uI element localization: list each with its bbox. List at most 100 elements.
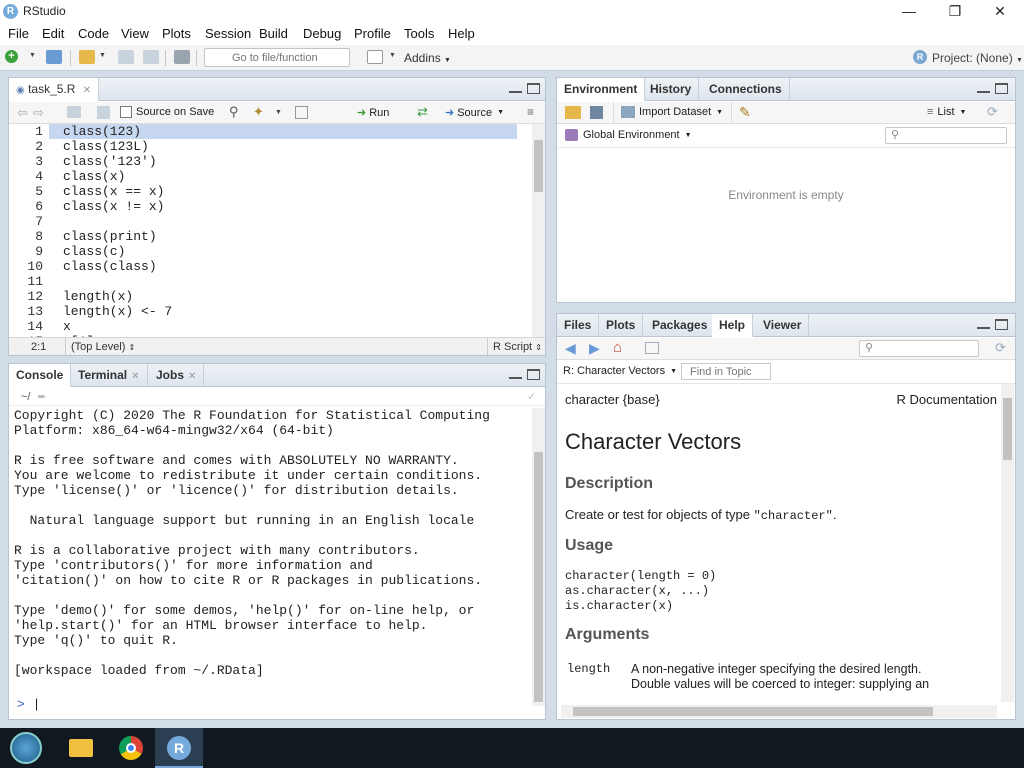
minimize-icon[interactable]: — xyxy=(886,0,932,23)
print-icon[interactable] xyxy=(174,50,190,64)
tab-history[interactable]: History xyxy=(643,78,700,101)
menu-view[interactable]: View xyxy=(121,26,149,41)
code-line[interactable]: 14 x xyxy=(9,319,530,334)
code-line[interactable]: 4 class(x) xyxy=(9,169,530,184)
tab-help[interactable]: Help xyxy=(712,314,754,337)
scope-selector[interactable]: (Top Level) ⇕ xyxy=(71,341,135,353)
refresh-icon[interactable]: ⟳ xyxy=(995,340,1006,356)
editor-scrollbar[interactable] xyxy=(532,124,545,338)
code-line[interactable]: 10 class(class) xyxy=(9,259,530,274)
menu-code[interactable]: Code xyxy=(78,26,109,41)
maximize-pane-icon[interactable] xyxy=(995,319,1008,330)
code-line[interactable]: 7 xyxy=(9,214,530,229)
maximize-pane-icon[interactable] xyxy=(527,83,540,94)
rerun-icon[interactable]: ⇄ xyxy=(417,104,428,120)
save-all-icon[interactable] xyxy=(143,50,159,64)
start-button[interactable] xyxy=(4,728,52,768)
menu-plots[interactable]: Plots xyxy=(162,26,191,41)
save-icon[interactable] xyxy=(590,106,603,119)
menu-file[interactable]: File xyxy=(8,26,29,41)
help-scrollbar[interactable] xyxy=(1001,384,1014,702)
tab-jobs[interactable]: Jobs ✕ xyxy=(149,364,205,387)
code-line[interactable]: 9 class(c) xyxy=(9,244,530,259)
new-project-icon[interactable] xyxy=(46,50,62,64)
restore-icon[interactable]: ❐ xyxy=(932,0,978,23)
menu-profile[interactable]: Profile xyxy=(354,26,391,41)
grid-layout-icon[interactable] xyxy=(367,50,383,64)
menu-lines-icon[interactable]: ≡ xyxy=(527,105,534,119)
scroll-thumb[interactable] xyxy=(534,452,543,702)
minimize-pane-icon[interactable] xyxy=(509,83,522,93)
scroll-thumb[interactable] xyxy=(534,140,543,192)
show-in-window-icon[interactable] xyxy=(645,342,659,354)
maximize-pane-icon[interactable] xyxy=(527,369,540,380)
tab-environment[interactable]: Environment xyxy=(557,78,646,101)
forward-arrow-icon[interactable]: ▶ xyxy=(589,340,600,357)
close-icon[interactable]: ✕ xyxy=(188,371,196,382)
taskbar-rstudio[interactable]: R xyxy=(155,728,203,768)
save-icon[interactable] xyxy=(118,50,134,64)
tab-connections[interactable]: Connections xyxy=(702,78,790,101)
scroll-thumb[interactable] xyxy=(1003,398,1012,460)
chevron-down-icon[interactable]: ▼ xyxy=(389,52,396,59)
menu-debug[interactable]: Debug xyxy=(303,26,341,41)
show-in-window-icon[interactable] xyxy=(67,106,81,118)
tab-task-5-r[interactable]: ◉ task_5.R ✕ xyxy=(9,78,100,101)
menu-build[interactable]: Build xyxy=(259,26,288,41)
close-icon[interactable]: ✕ xyxy=(83,85,91,96)
menu-session[interactable]: Session xyxy=(205,26,251,41)
checkbox-icon[interactable] xyxy=(120,106,132,118)
code-line[interactable]: 3 class('123') xyxy=(9,154,530,169)
code-line[interactable]: 12 length(x) xyxy=(9,289,530,304)
code-line[interactable]: 11 xyxy=(9,274,530,289)
go-to-directory-icon[interactable]: ➨ xyxy=(38,391,47,403)
taskbar-chrome[interactable] xyxy=(106,728,154,768)
menu-help[interactable]: Help xyxy=(448,26,475,41)
outline-icon[interactable] xyxy=(295,106,308,119)
minimize-pane-icon[interactable] xyxy=(509,369,522,379)
open-folder-icon[interactable] xyxy=(565,106,581,119)
forward-arrow-icon[interactable]: ⇨ xyxy=(33,105,44,121)
help-hscrollbar[interactable] xyxy=(561,705,997,718)
code-editor[interactable]: 1 class(123) 2 class(123L) 3 class('123') 4 cla… xyxy=(9,124,530,340)
broom-icon[interactable]: ✎ xyxy=(739,104,751,121)
close-icon[interactable]: ✕ xyxy=(131,371,139,382)
help-topic-selector[interactable]: R: Character Vectors ▼ xyxy=(563,365,677,377)
code-line[interactable]: 13 length(x) <- 7 xyxy=(9,304,530,319)
code-line[interactable]: 5 class(x == x) xyxy=(9,184,530,199)
tab-viewer[interactable]: Viewer xyxy=(756,314,810,337)
menu-tools[interactable]: Tools xyxy=(404,26,434,41)
file-type-selector[interactable]: R Script ⇕ xyxy=(493,341,542,353)
back-arrow-icon[interactable]: ⇦ xyxy=(17,105,28,121)
save-icon[interactable] xyxy=(97,106,110,119)
close-icon[interactable]: ✕ xyxy=(977,0,1023,23)
search-icon[interactable]: ⚲ xyxy=(229,104,239,120)
scroll-thumb[interactable] xyxy=(573,707,933,716)
maximize-pane-icon[interactable] xyxy=(995,83,1008,94)
addins-menu[interactable]: Addins ▼ xyxy=(404,51,451,65)
chevron-down-icon[interactable]: ▼ xyxy=(99,52,106,59)
home-icon[interactable]: ⌂ xyxy=(613,339,622,356)
import-dataset-button[interactable]: Import Dataset ▼ xyxy=(621,106,723,118)
minimize-pane-icon[interactable] xyxy=(977,319,990,329)
tab-plots[interactable]: Plots xyxy=(599,314,644,337)
menu-edit[interactable]: Edit xyxy=(42,26,64,41)
code-line[interactable]: 2 class(123L) xyxy=(9,139,530,154)
tab-terminal[interactable]: Terminal ✕ xyxy=(71,364,148,387)
refresh-icon[interactable]: ⟳ xyxy=(987,104,998,120)
environment-search-input[interactable]: ⚲ xyxy=(885,127,1007,144)
list-view-menu[interactable]: ≡ List ▼ xyxy=(927,106,966,118)
source-button[interactable]: ➜ Source ▼ xyxy=(445,106,504,120)
console-scrollbar[interactable] xyxy=(532,408,545,706)
code-line[interactable]: 8 class(print) xyxy=(9,229,530,244)
open-folder-icon[interactable] xyxy=(79,50,95,64)
environment-selector[interactable]: Global Environment ▼ xyxy=(565,129,692,141)
minimize-pane-icon[interactable] xyxy=(977,83,990,93)
taskbar-explorer[interactable] xyxy=(56,728,104,768)
run-button[interactable]: ➜ Run xyxy=(357,106,389,120)
code-line[interactable]: 6 class(x != x) xyxy=(9,199,530,214)
console-prompt[interactable]: > | xyxy=(17,697,40,712)
find-in-topic-input[interactable] xyxy=(681,363,771,380)
tab-console[interactable]: Console xyxy=(9,364,72,387)
help-search-input[interactable]: ⚲ xyxy=(859,340,979,357)
